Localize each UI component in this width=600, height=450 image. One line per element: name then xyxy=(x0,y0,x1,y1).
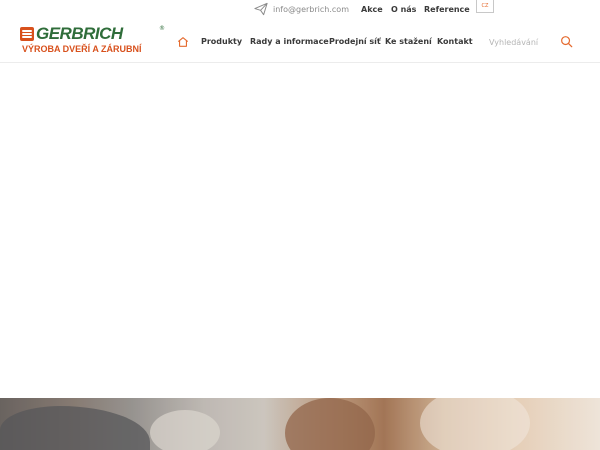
search-box xyxy=(484,32,580,52)
top-link-o-nas[interactable]: O nás xyxy=(391,5,416,14)
nav-item-rady-a-informace[interactable]: Rady a informace xyxy=(250,37,329,46)
top-utility-bar: info@gerbrich.com Akce O nás Reference C… xyxy=(0,0,600,20)
nav-item-prodejni-sit[interactable]: Prodejní síť xyxy=(329,37,381,46)
logo-mark-icon xyxy=(20,27,34,41)
language-switcher[interactable]: CZ xyxy=(476,0,494,13)
top-link-akce[interactable]: Akce xyxy=(361,5,383,14)
nav-item-produkty[interactable]: Produkty xyxy=(201,37,242,46)
nav-item-kontakt[interactable]: Kontakt xyxy=(437,37,473,46)
top-link-reference[interactable]: Reference xyxy=(424,5,470,14)
brand-logo[interactable]: GERBRICH ® VÝROBA DVEŘÍ A ZÁRUBNÍ xyxy=(20,24,165,58)
brand-tagline: VÝROBA DVEŘÍ A ZÁRUBNÍ xyxy=(22,44,142,54)
nav-item-ke-stazeni[interactable]: Ke stažení xyxy=(385,37,432,46)
hero-photo xyxy=(0,398,600,450)
registered-mark: ® xyxy=(159,25,165,32)
email-link[interactable]: info@gerbrich.com xyxy=(254,2,349,16)
hero-slider xyxy=(0,63,600,398)
search-input[interactable] xyxy=(484,32,564,52)
brand-name: GERBRICH xyxy=(36,24,123,43)
paper-plane-icon xyxy=(254,2,268,16)
email-text: info@gerbrich.com xyxy=(273,4,349,14)
home-icon[interactable] xyxy=(177,36,189,48)
search-icon[interactable] xyxy=(560,35,573,48)
